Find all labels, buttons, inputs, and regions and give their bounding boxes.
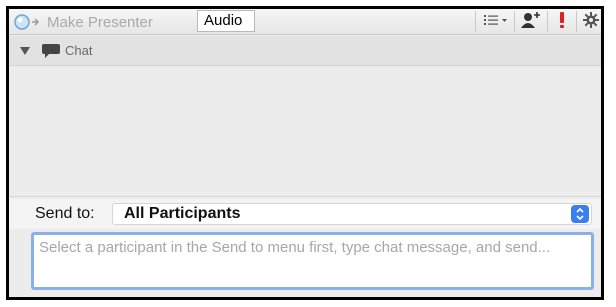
toolbar-divider xyxy=(576,11,577,32)
toolbar-divider xyxy=(475,11,476,32)
select-stepper-icon[interactable] xyxy=(571,205,589,223)
chat-panel: Make Presenter Audio Chat Send to: All P… xyxy=(6,6,604,300)
chat-message-input[interactable] xyxy=(34,235,591,287)
chat-bubble-icon xyxy=(41,43,61,59)
list-menu-icon xyxy=(483,13,509,32)
chat-section-header[interactable]: Chat xyxy=(9,36,601,66)
panel-toolbar: Make Presenter Audio xyxy=(9,9,601,35)
toolbar-divider xyxy=(514,11,515,32)
toolbar-divider xyxy=(547,11,548,32)
chat-message-area[interactable] xyxy=(9,67,601,197)
collapse-triangle-icon[interactable] xyxy=(19,46,33,56)
chat-title: Chat xyxy=(65,43,93,58)
presenter-icon xyxy=(13,12,45,32)
add-participant-button[interactable] xyxy=(516,9,546,35)
send-to-selected-value: All Participants xyxy=(124,205,241,222)
settings-button[interactable] xyxy=(578,9,601,35)
gear-icon xyxy=(583,11,599,33)
send-to-row: Send to: All Participants xyxy=(9,199,601,229)
audio-button[interactable]: Audio xyxy=(197,10,255,32)
list-menu-button[interactable] xyxy=(479,9,513,35)
send-to-select[interactable]: All Participants xyxy=(112,203,592,225)
alert-icon xyxy=(559,11,565,34)
chat-message-input-wrapper xyxy=(31,232,594,290)
make-presenter-label: Make Presenter xyxy=(47,13,153,31)
add-participant-icon xyxy=(520,11,542,34)
alert-button[interactable] xyxy=(549,9,575,35)
send-to-label: Send to: xyxy=(35,205,95,222)
make-presenter-button[interactable]: Make Presenter xyxy=(13,9,153,35)
